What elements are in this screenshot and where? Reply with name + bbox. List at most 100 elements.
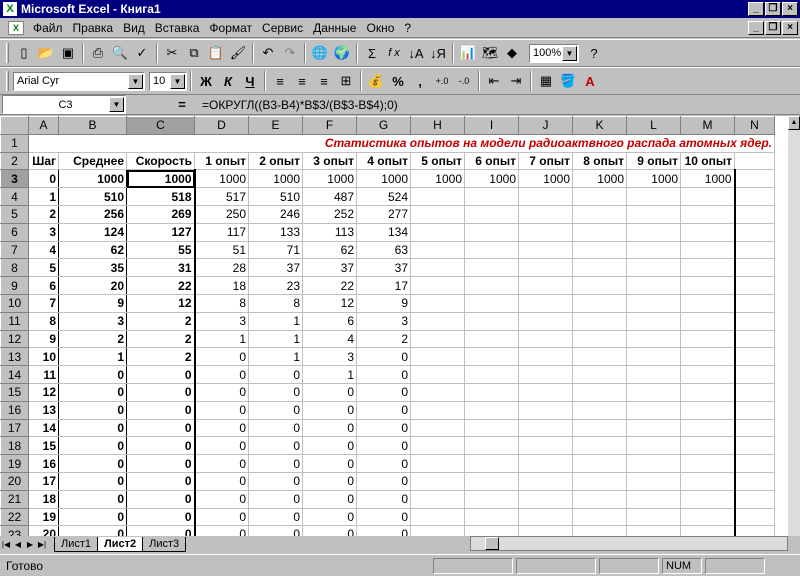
cell[interactable] (626, 489, 681, 509)
comma-button[interactable]: , (409, 70, 431, 92)
cell[interactable]: 20 (28, 525, 59, 536)
cell[interactable] (518, 187, 573, 206)
cell[interactable]: 524 (356, 187, 411, 206)
cell[interactable]: 0 (58, 489, 127, 509)
cell[interactable]: 2 (126, 347, 195, 367)
open-folder-icon[interactable]: 📂 (35, 42, 57, 64)
cell[interactable]: 3 (28, 222, 59, 242)
cell[interactable] (680, 507, 736, 527)
cell[interactable]: 5 (28, 258, 59, 278)
menu-insert[interactable]: Вставка (150, 21, 205, 35)
menu-view[interactable]: Вид (118, 21, 150, 35)
cell[interactable]: 256 (58, 204, 127, 224)
cell[interactable] (464, 311, 519, 331)
cell[interactable] (410, 507, 465, 527)
cell[interactable] (464, 187, 519, 206)
cell[interactable]: 510 (248, 187, 303, 206)
cell[interactable]: 2 (126, 329, 195, 349)
chevron-down-icon[interactable]: ▼ (562, 45, 577, 61)
cell[interactable]: 0 (356, 471, 411, 491)
doc-close-button[interactable]: × (782, 21, 798, 35)
cell[interactable]: 9 (28, 329, 59, 349)
cell[interactable]: 0 (356, 382, 411, 402)
row-header[interactable]: 3 (0, 169, 29, 189)
cell[interactable] (680, 365, 736, 384)
cell[interactable]: 63 (356, 240, 411, 260)
cell[interactable] (410, 400, 465, 420)
cell[interactable]: 133 (248, 222, 303, 242)
menu-tools[interactable]: Сервис (257, 21, 308, 35)
row-header[interactable]: 7 (0, 240, 29, 260)
cell[interactable]: 8 (248, 293, 303, 313)
cell[interactable] (626, 525, 681, 536)
cell[interactable] (464, 222, 519, 242)
cell[interactable] (680, 489, 736, 509)
formula-equals-icon[interactable]: = (162, 97, 202, 112)
cell[interactable]: 3 (356, 311, 411, 331)
cell[interactable] (680, 293, 736, 313)
menu-data[interactable]: Данные (308, 21, 361, 35)
cell[interactable]: 0 (302, 436, 357, 456)
chart-wizard-icon[interactable]: 📊 (457, 42, 479, 64)
cell[interactable]: 16 (28, 454, 59, 473)
cell[interactable]: 0 (58, 436, 127, 456)
cell[interactable]: 0 (193, 525, 249, 536)
horizontal-scrollbar[interactable] (470, 536, 788, 551)
zoom-combo[interactable]: 100% ▼ (529, 43, 579, 63)
cell[interactable]: 0 (356, 454, 411, 473)
spelling-icon[interactable]: ✓ (131, 42, 153, 64)
merge-center-icon[interactable]: ⊞ (335, 70, 357, 92)
cell[interactable] (626, 436, 681, 456)
cell[interactable]: 9 (356, 293, 411, 313)
column-header[interactable]: A (28, 116, 59, 135)
cell[interactable]: 0 (58, 507, 127, 527)
cell[interactable] (572, 222, 627, 242)
cell[interactable] (572, 436, 627, 456)
cell[interactable]: 0 (248, 400, 303, 420)
map-icon[interactable]: 🗺 (479, 42, 501, 64)
prev-sheet-icon[interactable]: ◀ (12, 538, 24, 552)
row-header[interactable]: 21 (0, 489, 29, 509)
cell[interactable] (410, 525, 465, 536)
cell[interactable] (734, 471, 775, 491)
cell[interactable]: 0 (126, 525, 195, 536)
hyperlink-icon[interactable]: 🌐 (309, 42, 331, 64)
cell[interactable] (734, 258, 775, 278)
font-combo[interactable]: Arial Cyr ▼ (13, 71, 145, 91)
cell[interactable]: 0 (356, 418, 411, 438)
cell[interactable] (626, 311, 681, 331)
percent-button[interactable]: % (387, 70, 409, 92)
cell[interactable]: 62 (58, 240, 127, 260)
cell[interactable] (572, 240, 627, 260)
new-file-icon[interactable]: ▯ (13, 42, 35, 64)
cell[interactable]: 12 (126, 293, 195, 313)
cell[interactable]: 250 (193, 204, 249, 224)
cell[interactable]: 0 (356, 489, 411, 509)
cell[interactable]: 252 (302, 204, 357, 224)
cell[interactable] (680, 311, 736, 331)
menu-help[interactable]: ? (399, 21, 416, 35)
cell[interactable] (410, 329, 465, 349)
chevron-down-icon[interactable]: ▼ (170, 73, 185, 89)
underline-button[interactable]: Ч (239, 70, 261, 92)
cell[interactable]: 12 (28, 382, 59, 402)
cell[interactable] (572, 507, 627, 527)
cell[interactable]: 1000 (626, 169, 681, 189)
cell[interactable] (680, 347, 736, 367)
cell[interactable]: 0 (356, 436, 411, 456)
column-header[interactable]: N (734, 116, 775, 135)
cell[interactable] (518, 418, 573, 438)
row-header[interactable]: 19 (0, 454, 29, 473)
cell[interactable]: 113 (302, 222, 357, 242)
row-header[interactable]: 22 (0, 507, 29, 527)
paste-icon[interactable]: 📋 (205, 42, 227, 64)
column-header[interactable]: D (194, 116, 249, 135)
currency-icon[interactable]: 💰 (365, 70, 387, 92)
cell[interactable] (626, 276, 681, 295)
cell[interactable]: 0 (356, 365, 411, 384)
cell[interactable]: 1 (248, 347, 303, 367)
column-title-cell[interactable]: 3 опыт (302, 151, 357, 171)
cell[interactable]: 31 (126, 258, 195, 278)
print-preview-icon[interactable]: 🔍 (109, 42, 131, 64)
decrease-indent-icon[interactable]: ⇤ (483, 70, 505, 92)
